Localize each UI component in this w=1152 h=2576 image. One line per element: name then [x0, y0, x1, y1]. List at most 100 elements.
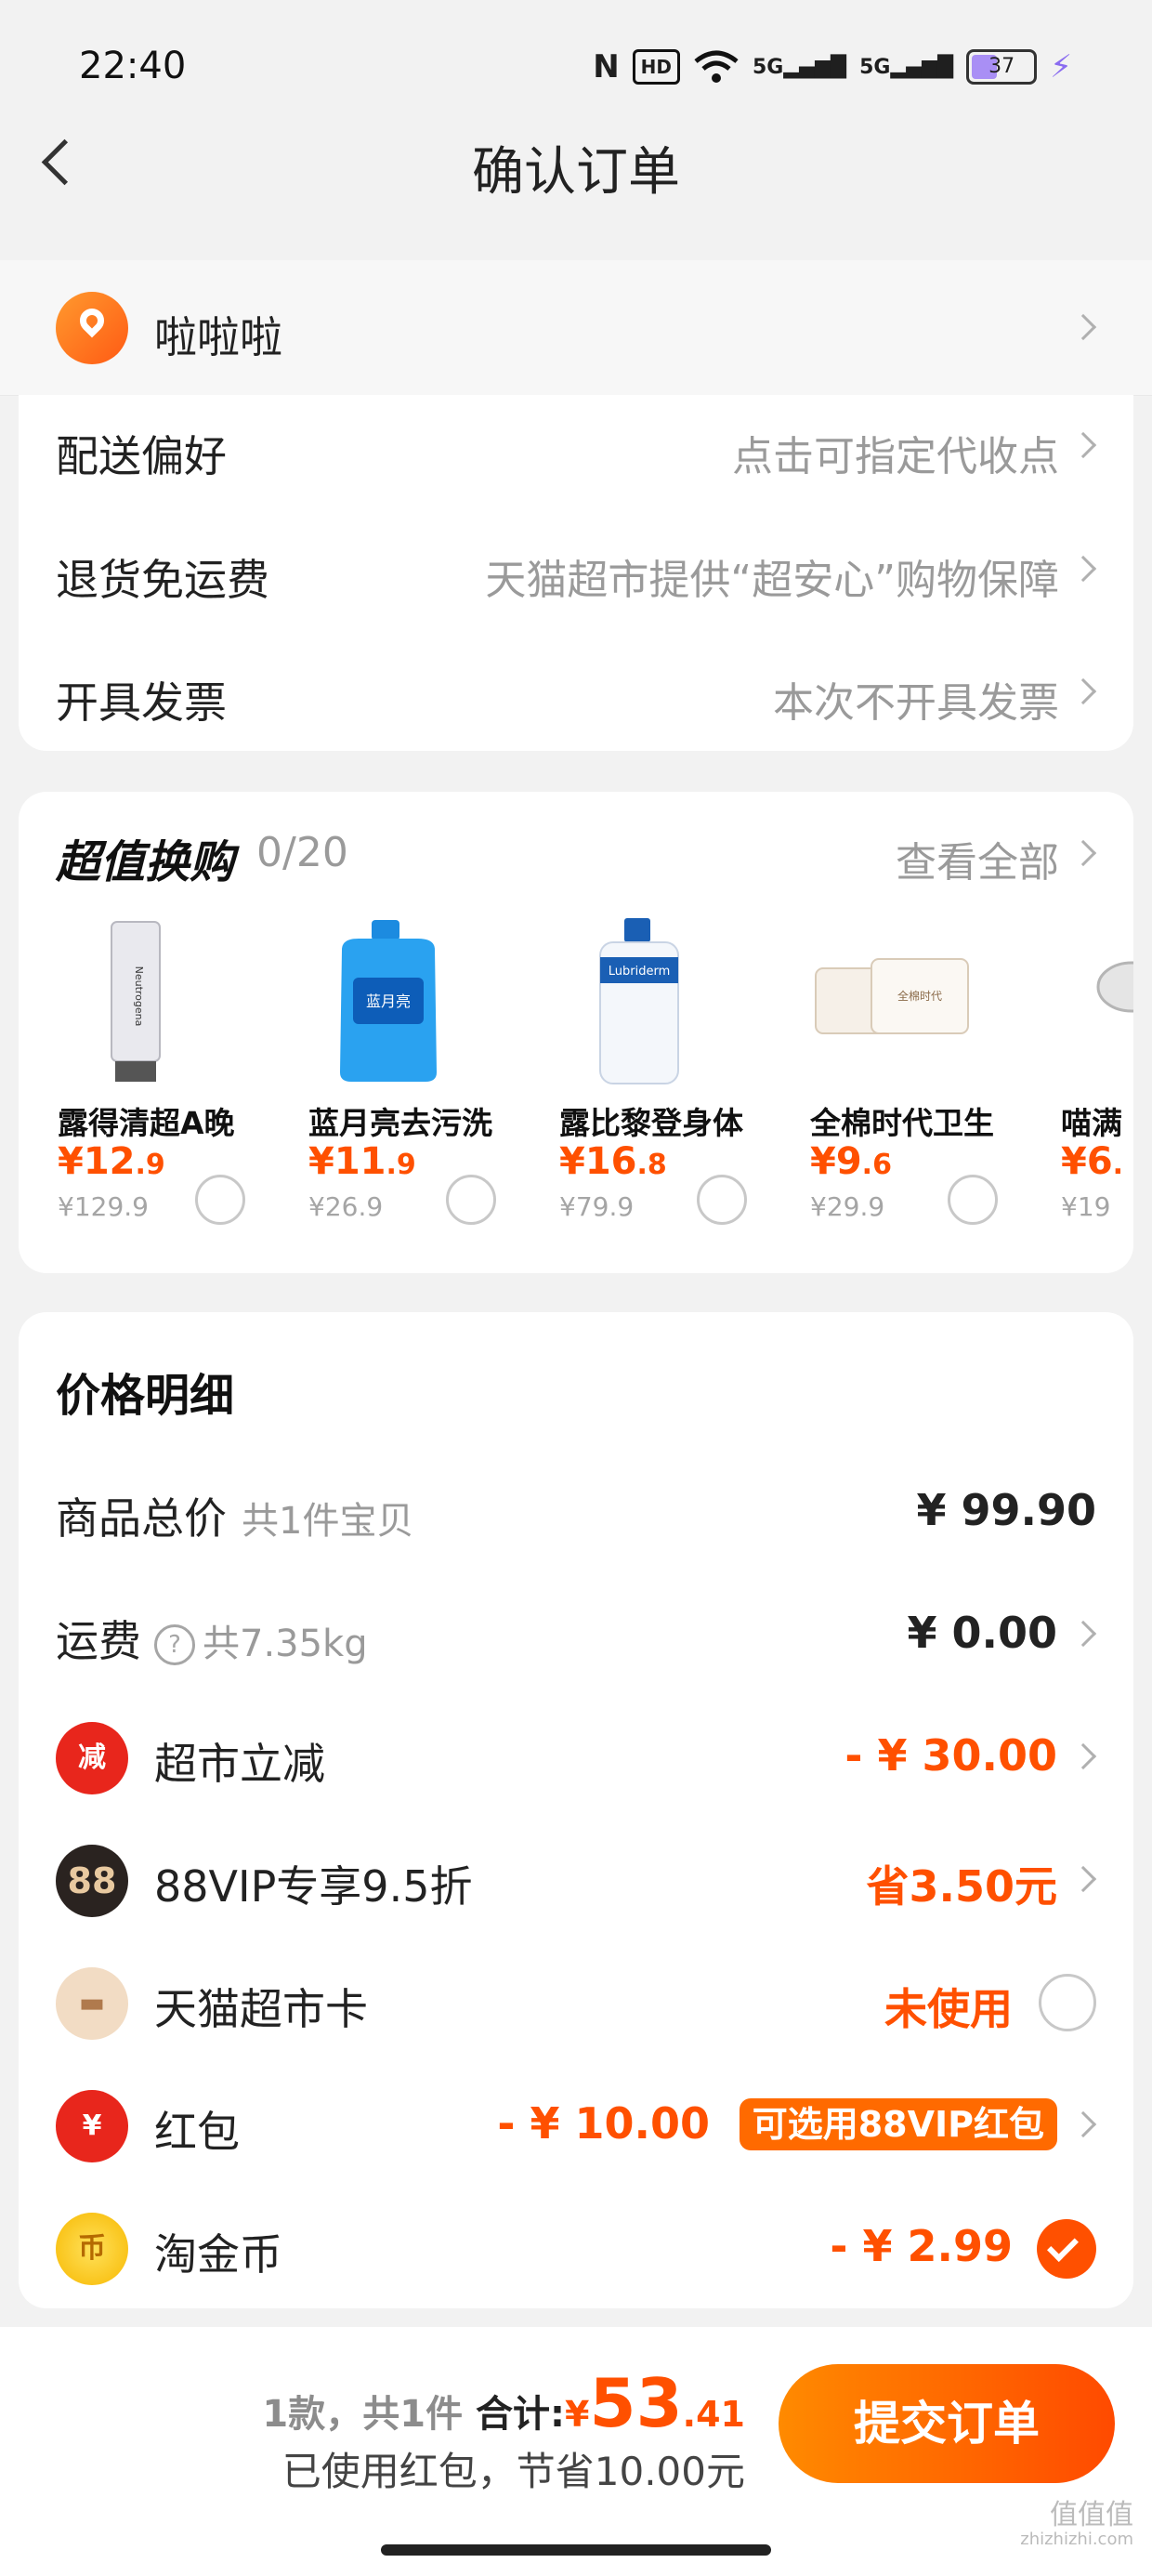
exchange-title: 超值换购 — [56, 836, 235, 888]
signal-icon-2: 5G▂▄▆█ — [859, 55, 954, 79]
product-select-radio[interactable] — [697, 1175, 747, 1225]
nfc-icon: N — [593, 48, 620, 85]
product-image: 全棉时代 — [806, 913, 974, 1089]
charging-icon: ⚡ — [1050, 48, 1072, 85]
address-bar[interactable]: 啦啦啦 — [0, 260, 1152, 396]
product-card[interactable]: 全棉时代 全棉时代卫生 ¥9.6 ¥29.9 — [771, 913, 1003, 1225]
row-value: 天猫超市提供“超安心”购物保障 — [485, 557, 1059, 604]
row-label: 退货免运费 — [56, 555, 269, 605]
price-detail-title: 价格明细 — [56, 1370, 235, 1422]
row-value: 点击可指定代收点 — [732, 433, 1059, 480]
chevron-right-icon — [1069, 1620, 1097, 1648]
row-label: 天猫超市卡 — [154, 1984, 368, 2034]
product-image: Lubriderm — [556, 913, 723, 1089]
product-select-radio[interactable] — [948, 1175, 998, 1225]
product-image: Neutrogena — [54, 913, 221, 1089]
help-icon[interactable]: ? — [154, 1623, 195, 1665]
vip-red-packet-tag[interactable]: 可选用88VIP红包 — [739, 2098, 1057, 2150]
product-card[interactable]: Lubriderm 露比黎登身体 ¥16.8 ¥79.9 — [520, 913, 753, 1225]
product-price: ¥6. — [1061, 1140, 1124, 1183]
chevron-right-icon — [1069, 839, 1097, 867]
product-price: ¥9.6 — [810, 1140, 892, 1183]
row-label: 淘金币 — [154, 2229, 282, 2280]
page-title: 确认订单 — [472, 142, 680, 203]
submit-order-button[interactable]: 提交订单 — [779, 2364, 1115, 2483]
product-name: 蓝月亮去污洗 — [308, 1105, 492, 1141]
discount-icon: 减 — [56, 1722, 128, 1794]
checkout-bar: 1款，共1件 合计:¥53.41 已使用红包，节省10.00元 提交订单 — [0, 2327, 1152, 2576]
market-discount-row[interactable]: 减 超市立减 - ¥ 30.00 — [19, 1695, 1133, 1818]
row-value: 本次不开具发票 — [773, 679, 1059, 727]
card-select-radio[interactable] — [1039, 1974, 1096, 2031]
free-return-row[interactable]: 退货免运费 天猫超市提供“超安心”购物保障 — [19, 519, 1133, 621]
market-card-row[interactable]: ▬ 天猫超市卡 未使用 — [19, 1940, 1133, 2063]
product-original-price: ¥19 — [1061, 1191, 1111, 1222]
product-original-price: ¥29.9 — [810, 1191, 885, 1222]
watermark: 值值值 zhizhizhi.com — [1020, 2499, 1133, 2549]
product-price: ¥16.8 — [559, 1140, 667, 1183]
hd-icon: HD — [632, 49, 680, 85]
chevron-right-icon — [1069, 677, 1097, 705]
product-card[interactable]: 喵满 ¥6. ¥19 — [1022, 913, 1133, 1222]
location-pin-icon — [56, 292, 128, 364]
invoice-row[interactable]: 开具发票 本次不开具发票 — [19, 641, 1133, 743]
chevron-right-icon — [1069, 1865, 1097, 1893]
product-name: 露比黎登身体 — [559, 1105, 743, 1141]
battery-icon: 37 — [966, 49, 1038, 85]
red-packet-icon: ¥ — [56, 2090, 128, 2162]
product-original-price: ¥79.9 — [559, 1191, 635, 1222]
red-packet-row[interactable]: ¥ 红包 - ¥ 10.00 可选用88VIP红包 — [19, 2063, 1133, 2186]
red-packet-amount: - ¥ 10.00 — [497, 2098, 710, 2149]
order-total: 1款，共1件 合计:¥53.41 — [262, 2364, 745, 2442]
shipping-amount: ¥ 0.00 — [907, 1608, 1057, 1658]
product-select-radio[interactable] — [446, 1175, 496, 1225]
view-all-link[interactable]: 查看全部 — [896, 829, 1059, 888]
goods-total-row: 商品总价 共1件宝贝 ¥ 99.90 — [19, 1450, 1133, 1572]
saving-note: 已使用红包，节省10.00元 — [281, 2449, 745, 2494]
row-label: 商品总价 共1件宝贝 — [56, 1493, 414, 1544]
row-label: 开具发票 — [56, 677, 227, 728]
row-label: 配送偏好 — [56, 431, 227, 481]
chevron-right-icon — [1069, 2110, 1097, 2138]
coins-row[interactable]: 币 淘金币 - ¥ 2.99 — [19, 2186, 1133, 2308]
card-icon: ▬ — [56, 1967, 128, 2040]
discount-amount: - ¥ 30.00 — [844, 1730, 1057, 1781]
product-card[interactable]: Neutrogena 露得清超A晚 ¥12.9 ¥129.9 — [19, 913, 251, 1225]
svg-text:蓝月亮: 蓝月亮 — [366, 992, 411, 1010]
product-image — [1057, 913, 1133, 1089]
product-price: ¥11.9 — [308, 1140, 416, 1183]
coin-icon: 币 — [56, 2213, 128, 2285]
svg-text:Neutrogena: Neutrogena — [133, 966, 145, 1027]
exchange-card: 超值换购 0/20 查看全部 Neutrogena 露得清超A晚 ¥12.9 ¥… — [19, 792, 1133, 1273]
vip-88-icon: 88 — [56, 1845, 128, 1917]
exchange-count: 0/20 — [256, 829, 348, 876]
status-time: 22:40 — [79, 45, 187, 87]
product-name: 全棉时代卫生 — [810, 1105, 994, 1141]
product-name: 喵满 — [1061, 1105, 1122, 1141]
product-card[interactable]: 蓝月亮 蓝月亮去污洗 ¥11.9 ¥26.9 — [269, 913, 502, 1225]
chevron-right-icon — [1069, 313, 1097, 341]
product-original-price: ¥129.9 — [58, 1191, 149, 1222]
product-select-radio[interactable] — [195, 1175, 245, 1225]
wifi-icon — [694, 50, 739, 83]
address-name: 啦啦啦 — [154, 312, 282, 362]
shipping-row[interactable]: 运费? 共7.35kg ¥ 0.00 — [19, 1572, 1133, 1695]
vip-discount-row[interactable]: 88 88VIP专享9.5折 省3.50元 — [19, 1818, 1133, 1940]
row-label: 运费? 共7.35kg — [56, 1616, 368, 1666]
svg-text:全棉时代: 全棉时代 — [897, 989, 942, 1003]
row-label: 超市立减 — [154, 1739, 325, 1789]
coins-checked-icon[interactable] — [1037, 2219, 1096, 2279]
chevron-right-icon — [1069, 555, 1097, 583]
product-name: 露得清超A晚 — [58, 1105, 235, 1141]
price-detail-card: 价格明细 商品总价 共1件宝贝 ¥ 99.90 运费? 共7.35kg ¥ 0.00… — [19, 1312, 1133, 2308]
card-status: 未使用 — [884, 1984, 1013, 2034]
row-label: 88VIP专享9.5折 — [154, 1861, 473, 1912]
chevron-right-icon — [1069, 1742, 1097, 1770]
chevron-right-icon — [1069, 431, 1097, 459]
delivery-preference-row[interactable]: 配送偏好 点击可指定代收点 — [19, 395, 1133, 497]
goods-total-amount: ¥ 99.90 — [916, 1485, 1096, 1535]
vip-saving: 省3.50元 — [866, 1861, 1058, 1912]
product-image: 蓝月亮 — [305, 913, 472, 1089]
row-label: 红包 — [154, 2107, 240, 2157]
home-indicator[interactable] — [381, 2544, 771, 2556]
